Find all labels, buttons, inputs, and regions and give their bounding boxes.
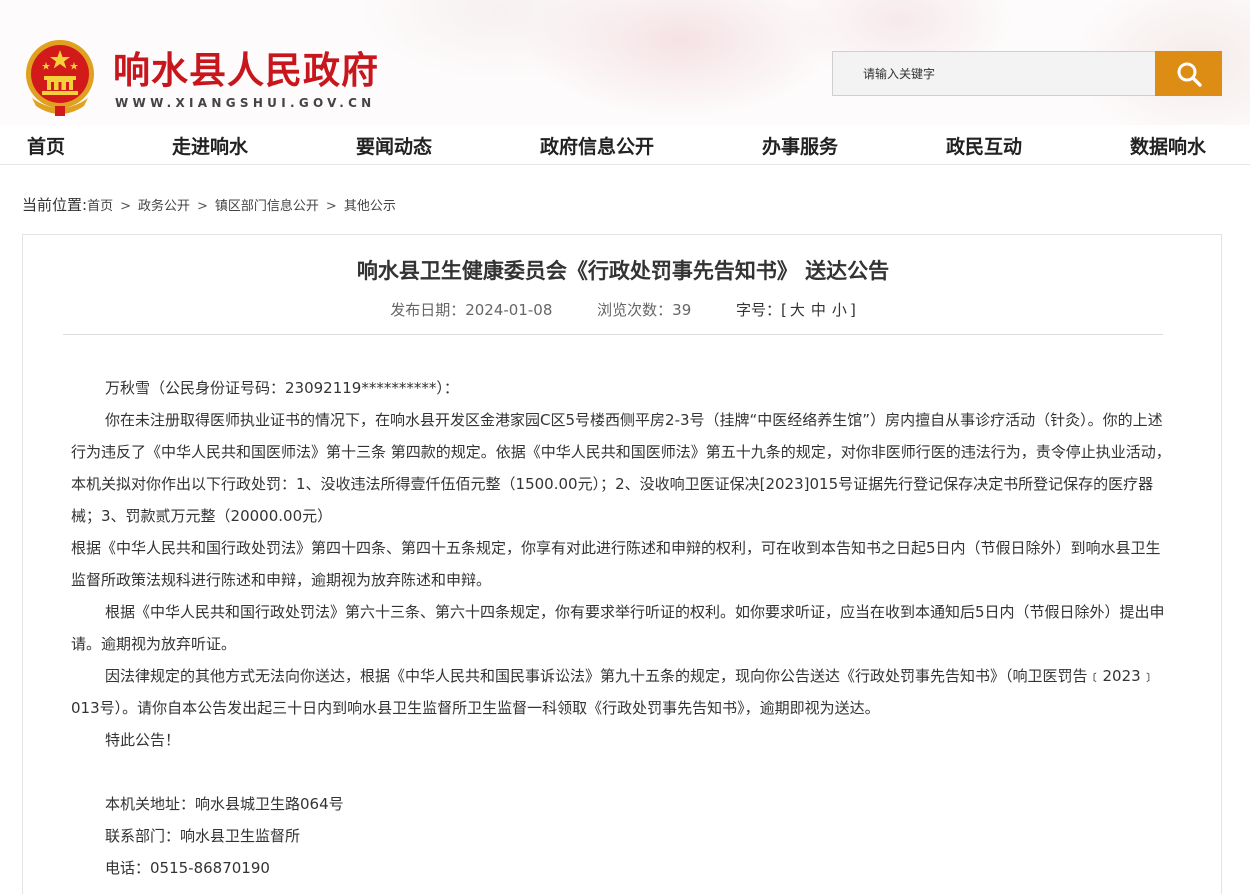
main-nav: 首页 走进响水 要闻动态 政府信息公开 办事服务 政民互动 数据响水 xyxy=(0,125,1250,165)
paragraph-announcement: 特此公告！ xyxy=(105,731,181,749)
title-divider xyxy=(63,334,1163,335)
view-count: 浏览次数：39 xyxy=(597,301,692,319)
paragraph-blank xyxy=(71,756,1171,788)
paragraph-hearing-right: 根据《中华人民共和国行政处罚法》第六十三条、第六十四条规定，你有要求举行听证的权… xyxy=(71,603,1165,653)
breadcrumb-dept-info[interactable]: 镇区部门信息公开 xyxy=(215,195,319,214)
font-size-medium-button[interactable]: 中 xyxy=(811,301,826,319)
article-title: 响水县卫生健康委员会《行政处罚事先告知书》 送达公告 xyxy=(356,259,890,283)
breadcrumb: 当前位置: 首页 > 政务公开 > 镇区部门信息公开 > 其他公示 xyxy=(22,194,396,215)
breadcrumb-other-notices[interactable]: 其他公示 xyxy=(344,195,396,214)
article-panel: 响水县卫生健康委员会《行政处罚事先告知书》 送达公告 发布日期：2024-01-… xyxy=(22,234,1222,894)
search-box xyxy=(832,51,1156,96)
font-size-label: 字号：[ xyxy=(736,301,787,319)
font-size-large-button[interactable]: 大 xyxy=(790,301,805,319)
paragraph-addressee: 万秋雪（公民身份证号码：23092119**********）： xyxy=(105,379,459,397)
search-input[interactable] xyxy=(833,52,1155,95)
site-url: WWW.XIANGSHUI.GOV.CN xyxy=(115,96,376,110)
nav-item-news[interactable]: 要闻动态 xyxy=(356,132,432,159)
paragraph-address: 本机关地址：响水县城卫生路064号 xyxy=(105,795,344,813)
breadcrumb-home[interactable]: 首页 xyxy=(87,195,113,214)
breadcrumb-separator: > xyxy=(325,199,337,214)
nav-item-info-disclosure[interactable]: 政府信息公开 xyxy=(540,132,654,159)
paragraph-department: 联系部门：响水县卫生监督所 xyxy=(105,827,301,845)
breadcrumb-gov-affairs[interactable]: 政务公开 xyxy=(138,195,190,214)
breadcrumb-separator: > xyxy=(120,199,131,214)
nav-item-services[interactable]: 办事服务 xyxy=(762,132,838,159)
font-size-small-button[interactable]: 小 xyxy=(832,301,847,319)
breadcrumb-separator: > xyxy=(197,199,208,214)
site-title[interactable]: 响水县人民政府 xyxy=(113,40,379,94)
national-emblem-icon[interactable] xyxy=(22,38,98,118)
breadcrumb-label: 当前位置: xyxy=(22,196,88,214)
paragraph-service: 因法律规定的其他方式无法向你送达，根据《中华人民共和国民事诉讼法》第九十五条的规… xyxy=(71,667,1156,717)
search-icon xyxy=(1177,62,1202,87)
search-button[interactable] xyxy=(1155,51,1222,96)
paragraph-phone: 电话：0515-86870190 xyxy=(105,859,270,877)
nav-item-interaction[interactable]: 政民互动 xyxy=(946,132,1022,159)
nav-item-data[interactable]: 数据响水 xyxy=(1130,132,1206,159)
nav-item-about[interactable]: 走进响水 xyxy=(172,132,248,159)
paragraph-statement-right: 根据《中华人民共和国行政处罚法》第四十四条、第四十五条规定，你享有对此进行陈述和… xyxy=(71,539,1161,589)
paragraph-violation: 你在未注册取得医师执业证书的情况下，在响水县开发区金港家园C区5号楼西侧平房2-… xyxy=(71,411,1171,525)
publish-date: 发布日期：2024-01-08 xyxy=(390,301,553,319)
article-body: 万秋雪（公民身份证号码：23092119**********）： 你在未注册取得… xyxy=(71,372,1171,884)
site-header: 响水县人民政府 WWW.XIANGSHUI.GOV.CN xyxy=(0,0,1250,125)
font-size-control: 字号：[大中小] xyxy=(736,301,856,319)
font-size-close: ] xyxy=(849,301,856,319)
nav-item-home[interactable]: 首页 xyxy=(27,132,65,159)
article-meta: 发布日期：2024-01-08 浏览次数：39 字号：[大中小] xyxy=(23,299,1223,320)
